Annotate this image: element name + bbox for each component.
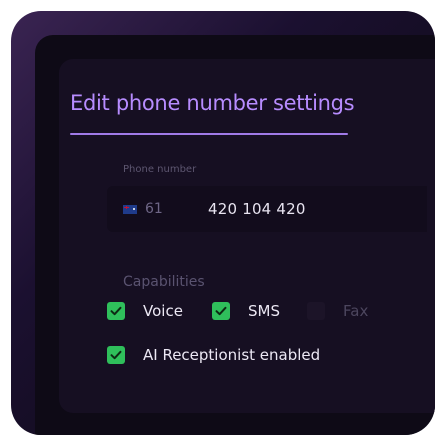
capabilities-heading: Capabilities [123,274,205,290]
sms-capability[interactable]: SMS [212,302,280,320]
voice-capability[interactable]: Voice [107,302,183,320]
checkmark-icon [110,350,122,360]
phone-number-input[interactable]: 420 104 420 [208,200,306,218]
dial-code: 61 [145,201,163,217]
fax-capability[interactable]: Fax [307,302,368,320]
title-underline [70,133,348,135]
fax-label: Fax [343,302,369,320]
fax-checkbox[interactable] [307,302,325,320]
page-title: Edit phone number settings [70,91,355,115]
sms-label: SMS [248,302,280,320]
voice-checkbox[interactable] [107,302,125,320]
phone-number-field[interactable]: 61 420 104 420 [107,186,427,232]
australia-flag-icon [123,204,137,214]
voice-label: Voice [143,302,183,320]
phone-number-label: Phone number [123,164,197,175]
ai-receptionist-capability[interactable]: AI Receptionist enabled [107,346,320,364]
checkmark-icon [215,306,227,316]
ai-receptionist-checkbox[interactable] [107,346,125,364]
app-frame: Edit phone number settings Phone number … [11,11,435,435]
sms-checkbox[interactable] [212,302,230,320]
country-code-selector[interactable]: 61 [107,186,193,232]
checkmark-icon [110,306,122,316]
ai-receptionist-label: AI Receptionist enabled [143,346,321,364]
